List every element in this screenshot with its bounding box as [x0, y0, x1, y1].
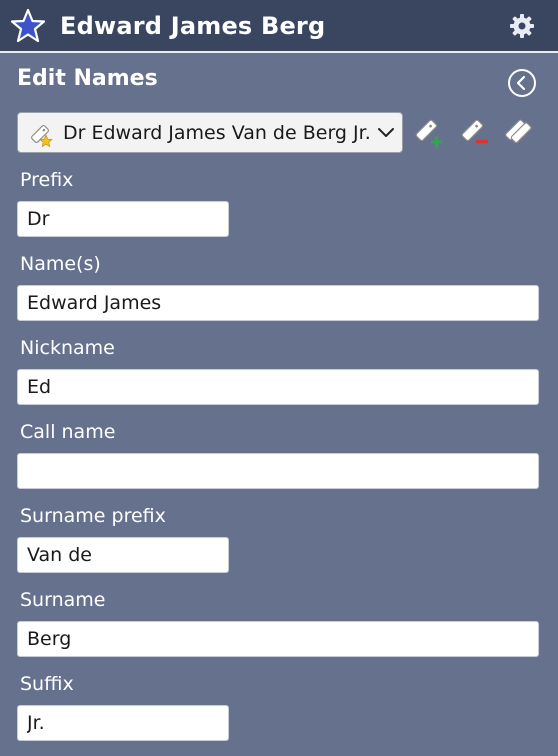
selected-name: Dr Edward James Van de Berg Jr.	[63, 122, 371, 144]
names-label: Name(s)	[20, 253, 101, 275]
chevron-down-icon	[378, 128, 394, 137]
gear-icon[interactable]	[509, 13, 535, 39]
surname-prefix-input[interactable]	[17, 537, 229, 573]
surname-label: Surname	[20, 589, 106, 611]
nickname-input[interactable]	[17, 369, 539, 405]
remove-name-icon[interactable]	[458, 116, 490, 148]
surname-input[interactable]	[17, 621, 539, 657]
star-icon[interactable]	[10, 8, 46, 44]
name-selector-dropdown[interactable]: Dr Edward James Van de Berg Jr.	[17, 112, 403, 153]
add-name-icon[interactable]	[412, 116, 444, 148]
call-name-label: Call name	[20, 421, 116, 443]
back-circle-icon[interactable]	[507, 68, 537, 98]
primary-name-tag-icon	[31, 125, 53, 147]
copy-name-icon[interactable]	[503, 116, 535, 148]
surname-prefix-label: Surname prefix	[20, 505, 166, 527]
suffix-input[interactable]	[17, 705, 229, 741]
suffix-label: Suffix	[20, 673, 74, 695]
call-name-input[interactable]	[17, 453, 539, 489]
prefix-input[interactable]	[17, 201, 229, 237]
title-bar: Edward James Berg	[0, 0, 558, 53]
prefix-label: Prefix	[20, 169, 74, 191]
names-input[interactable]	[17, 285, 539, 321]
nickname-label: Nickname	[20, 337, 115, 359]
section-title: Edit Names	[17, 66, 158, 91]
window-title: Edward James Berg	[60, 12, 326, 40]
